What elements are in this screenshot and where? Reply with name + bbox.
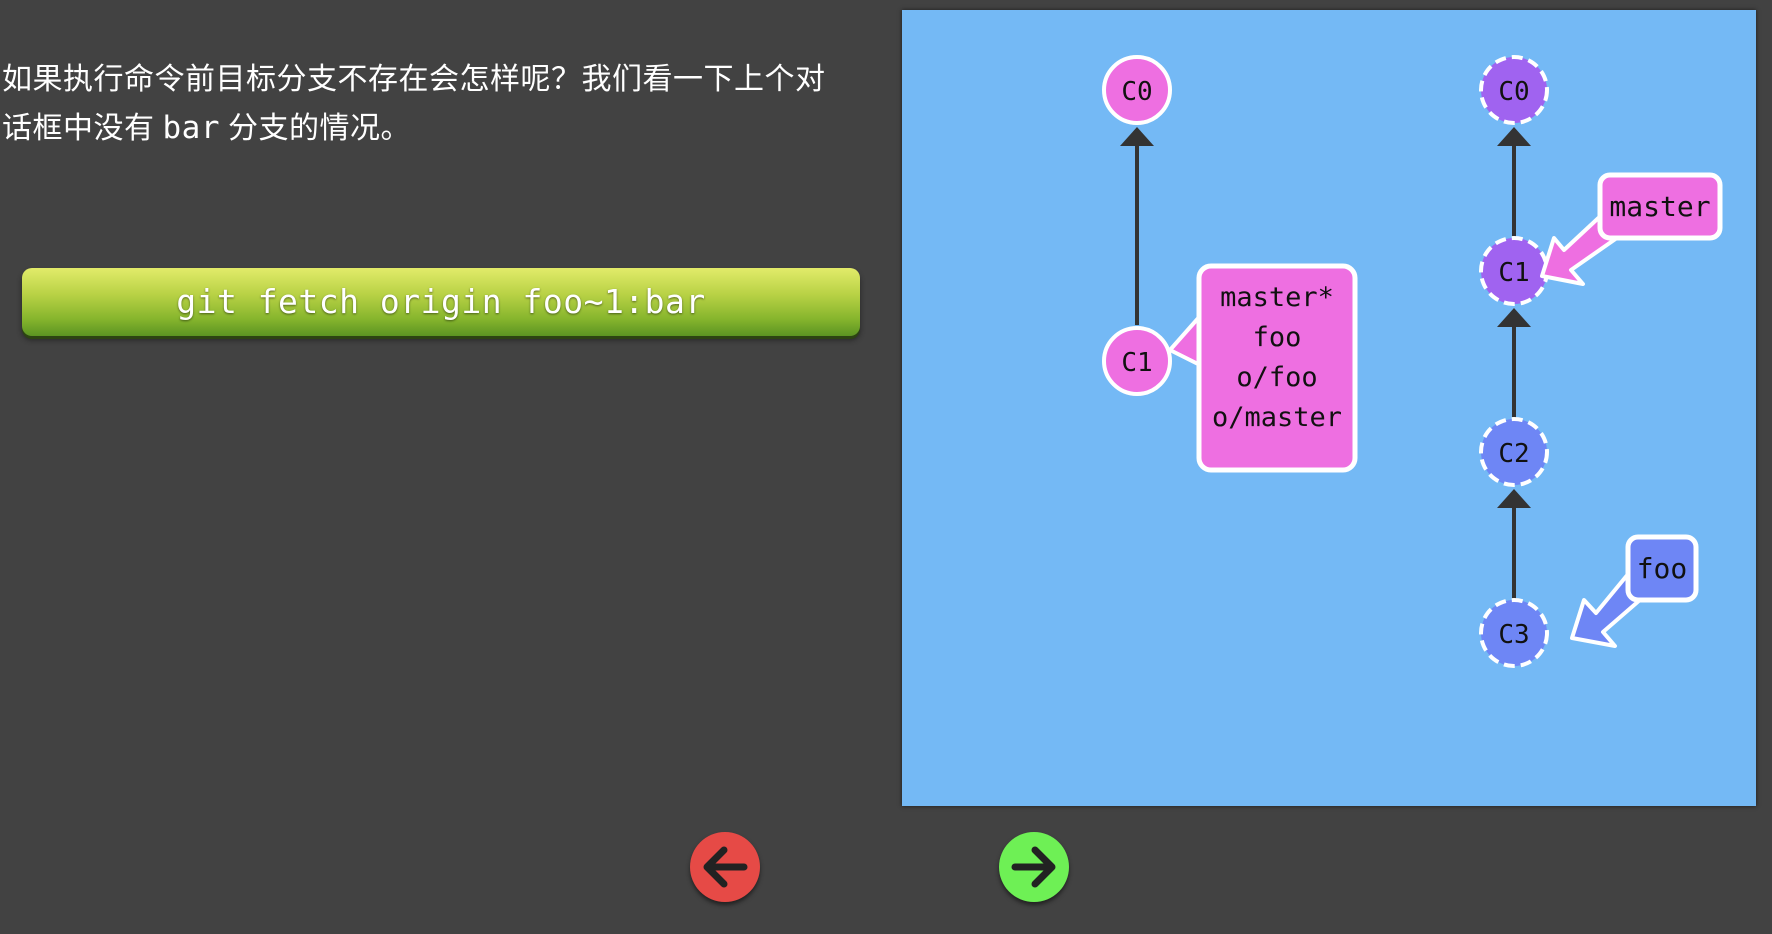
remote-commit-c3-label: C3: [1498, 620, 1529, 650]
remote-branch-foo[interactable]: foo: [1625, 534, 1699, 603]
remote-edge-c2-c1-arrowhead: [1497, 308, 1531, 327]
remote-edge-c3-c2-arrowhead: [1497, 489, 1531, 508]
explanation-line-2-before: 话框中没有: [2, 111, 155, 146]
local-commit-c0-label: C0: [1121, 77, 1152, 107]
command-button[interactable]: git fetch origin foo~1:bar: [22, 268, 860, 336]
remote-commit-c1-label: C1: [1498, 258, 1529, 288]
remote-repo: C0 C1 C2 C3 master foo: [1479, 55, 1723, 668]
remote-commit-c2-label: C2: [1498, 439, 1529, 469]
local-commit-c0[interactable]: C0: [1102, 55, 1172, 125]
arrow-right-icon: [1011, 846, 1056, 888]
arrow-left-icon: [703, 846, 748, 888]
remote-branch-master-label: master: [1609, 190, 1710, 223]
local-commit-c1[interactable]: C1: [1102, 326, 1172, 396]
branch-label-foo: foo: [1253, 322, 1302, 353]
local-branch-label-box[interactable]: master* foo o/foo o/master: [1196, 263, 1358, 473]
remote-commit-c0-label: C0: [1498, 77, 1529, 107]
git-visualization: C0 C1 master* foo o/foo o/master C0 C1 C…: [902, 10, 1756, 806]
branch-name-code: bar: [162, 110, 220, 146]
remote-branch-foo-label: foo: [1637, 552, 1688, 585]
remote-branch-master[interactable]: master: [1597, 172, 1723, 241]
branch-label-o-master: o/master: [1212, 402, 1342, 433]
explanation-text: 如果执行命令前目标分支不存在会怎样呢？我们看一下上个对 话框中没有 bar 分支的情况…: [2, 56, 882, 153]
git-tree-svg: C0 C1 master* foo o/foo o/master C0 C1 C…: [1102, 55, 1723, 668]
remote-commit-c0[interactable]: C0: [1479, 55, 1549, 125]
remote-commit-c1[interactable]: C1: [1479, 236, 1549, 306]
next-button[interactable]: [999, 832, 1069, 902]
local-edge-arrowhead: [1120, 127, 1154, 146]
remote-commit-c2[interactable]: C2: [1479, 417, 1549, 487]
explanation-line-2-after: 分支的情况。: [228, 111, 411, 146]
previous-button[interactable]: [690, 832, 760, 902]
local-repo: C0 C1 master* foo o/foo o/master: [1102, 55, 1358, 473]
level-dialog: 如果执行命令前目标分支不存在会怎样呢？我们看一下上个对 话框中没有 bar 分支的情况…: [0, 0, 1772, 934]
branch-label-o-foo: o/foo: [1236, 362, 1317, 393]
explanation-line-1: 如果执行命令前目标分支不存在会怎样呢？我们看一下上个对: [2, 62, 826, 97]
branch-label-master-star: master*: [1220, 282, 1334, 313]
remote-commit-c3[interactable]: C3: [1479, 598, 1549, 668]
local-commit-c1-label: C1: [1121, 348, 1152, 378]
remote-edge-c1-c0-arrowhead: [1497, 127, 1531, 146]
